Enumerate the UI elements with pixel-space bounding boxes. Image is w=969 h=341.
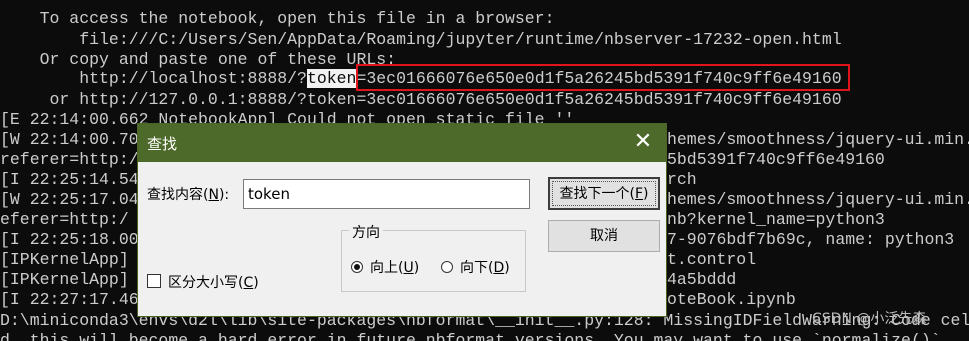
console-line: eferer=http:/ (0, 210, 129, 229)
match-case-checkbox[interactable] (147, 274, 161, 288)
watermark: CSDN @小泛先森 (812, 311, 927, 327)
console-line: nb?kernel_name=python3 (667, 210, 885, 229)
console-line: t.control (667, 250, 757, 269)
dialog-titlebar[interactable]: 查找 ✕ (138, 124, 666, 162)
direction-down-label[interactable]: 向下(D) (460, 257, 510, 277)
console-line: [I 22:25:14.54 (0, 170, 139, 189)
direction-down-radio[interactable] (441, 261, 453, 273)
console-line: [W 22:25:17.04 (0, 190, 139, 209)
console-line: [IPKernelApp] (0, 250, 129, 269)
console-line: rch (667, 170, 697, 189)
console-line: or http://127.0.0.1:8888/?token=3ec01666… (0, 90, 842, 109)
find-dialog: 查找 ✕ 查找内容(N): 查找下一个(F) 取消 方向 向上(U) 向下(D)… (137, 123, 667, 317)
find-what-label: 查找内容(N): (147, 187, 230, 203)
console-line: d, this will become a hard error in futu… (0, 331, 941, 341)
direction-up-radio[interactable] (351, 261, 363, 273)
console-line: 7-9076bdf7b69c, name: python3 (667, 230, 955, 249)
console-line: [IPKernelApp] (0, 270, 129, 289)
console-line: [I 22:27:17.46 (0, 290, 139, 309)
find-what-input[interactable] (243, 179, 530, 209)
console-line: referer=http:/ (0, 150, 139, 169)
cancel-button[interactable]: 取消 (548, 220, 660, 252)
close-icon[interactable]: ✕ (620, 124, 666, 162)
console-line: file:///C:/Users/Sen/AppData/Roaming/jup… (0, 30, 842, 49)
match-case-label[interactable]: 区分大小写(C) (168, 272, 259, 292)
console-line: Or copy and paste one of these URLs: (0, 50, 397, 69)
search-match-highlight: token (306, 69, 357, 88)
console-line: oteBook.ipynb (667, 290, 796, 309)
url-prefix: http://localhost:8888/? (0, 69, 307, 88)
console-line: 5bd5391f740c9ff6e49160 (667, 150, 885, 169)
console-line: [W 22:14:00.70 (0, 130, 139, 149)
console-line: 4a5bddd (667, 270, 737, 289)
direction-up-label[interactable]: 向上(U) (370, 257, 419, 277)
token-highlight-box (356, 64, 850, 91)
console-line: To access the notebook, open this file i… (0, 9, 555, 28)
console-line: hemes/smoothness/jquery-ui.min. (667, 190, 969, 209)
find-next-button[interactable]: 查找下一个(F) (548, 177, 660, 210)
direction-group-label: 方向 (349, 222, 383, 242)
console-line: [I 22:25:18.00 (0, 230, 139, 249)
dialog-title: 查找 (147, 135, 178, 153)
console-line: hemes/smoothness/jquery-ui.min. (667, 130, 969, 149)
